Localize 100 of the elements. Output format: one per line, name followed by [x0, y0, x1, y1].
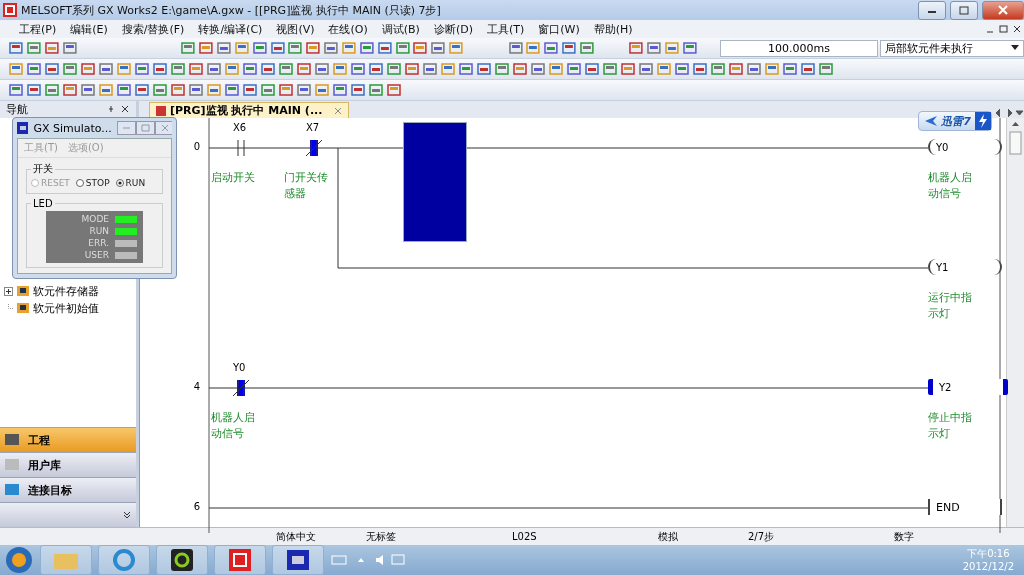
toolbar-icon[interactable]: [350, 82, 366, 98]
toolbar-icon[interactable]: [728, 61, 744, 77]
toolbar-icon[interactable]: [180, 40, 197, 56]
toolbar-icon[interactable]: [80, 82, 96, 98]
toolbar-icon[interactable]: [376, 40, 393, 56]
toolbar-icon[interactable]: [476, 61, 492, 77]
toolbar-icon[interactable]: [269, 40, 286, 56]
toolbar-icon[interactable]: [206, 82, 222, 98]
toolbar-icon[interactable]: [746, 61, 762, 77]
toolbar-icon[interactable]: [681, 40, 698, 56]
toolbar-icon[interactable]: [26, 82, 42, 98]
toolbar-icon[interactable]: [458, 61, 474, 77]
toolbar-icon[interactable]: [710, 61, 726, 77]
menu-item[interactable]: 编辑(E): [63, 21, 115, 37]
toolbar-icon[interactable]: [440, 61, 456, 77]
toolbar-icon[interactable]: [548, 61, 564, 77]
editor-tab[interactable]: [PRG]监视 执行中 MAIN (...: [149, 102, 350, 118]
toolbar-icon[interactable]: [296, 82, 312, 98]
tab-navigation-icon[interactable]: [994, 108, 1024, 118]
toolbar-icon[interactable]: [251, 40, 268, 56]
toolbar-icon[interactable]: [674, 61, 690, 77]
toolbar-icon[interactable]: [764, 61, 780, 77]
menu-item[interactable]: 窗口(W): [531, 21, 587, 37]
start-button-icon[interactable]: [4, 546, 34, 574]
toolbar-icon[interactable]: [287, 40, 304, 56]
toolbar-icon[interactable]: [341, 40, 357, 56]
toolbar-icon[interactable]: [782, 61, 798, 77]
tree-item[interactable]: 软元件初始值: [33, 300, 99, 316]
toolbar-icon[interactable]: [170, 61, 186, 77]
toolbar-icon[interactable]: [8, 82, 24, 98]
toolbar-icon[interactable]: [170, 82, 186, 98]
toolbar-icon[interactable]: [602, 61, 618, 77]
toolbar-icon[interactable]: [350, 61, 366, 77]
toolbar-icon[interactable]: [561, 40, 577, 56]
toolbar-icon[interactable]: [525, 40, 542, 56]
menu-item[interactable]: 调试(B): [374, 21, 427, 37]
toolbar-icon[interactable]: [43, 40, 60, 56]
toolbar-icon[interactable]: [206, 61, 222, 77]
toolbar-icon[interactable]: [628, 40, 645, 56]
toolbar-icon[interactable]: [818, 61, 834, 77]
toolbar-icon[interactable]: [242, 61, 258, 77]
toolbar-icon[interactable]: [44, 61, 60, 77]
navigation-section[interactable]: 用户库: [0, 452, 136, 477]
toolbar-icon[interactable]: [224, 82, 240, 98]
toolbar-icon[interactable]: [44, 82, 60, 98]
toolbar-icon[interactable]: [646, 40, 663, 56]
toolbar-icon[interactable]: [8, 61, 24, 77]
toolbar-icon[interactable]: [188, 61, 204, 77]
toolbar-icon[interactable]: [278, 61, 294, 77]
toolbar-icon[interactable]: [198, 40, 215, 56]
pin-close-icon[interactable]: [108, 104, 130, 115]
minimize-button[interactable]: [918, 0, 946, 20]
toolbar-icon[interactable]: [368, 61, 384, 77]
toolbar-icon[interactable]: [578, 40, 595, 56]
toolbar-icon[interactable]: [152, 82, 168, 98]
toolbar-icon[interactable]: [494, 61, 510, 77]
menu-item[interactable]: 帮助(H): [586, 21, 640, 37]
toolbar-icon[interactable]: [80, 61, 96, 77]
toolbar-icon[interactable]: [394, 40, 411, 56]
app-taskbar-button[interactable]: [156, 545, 208, 575]
toolbar-icon[interactable]: [134, 82, 150, 98]
toolbar-icon[interactable]: [116, 82, 132, 98]
toolbar-icon[interactable]: [62, 82, 78, 98]
toolbar-icon[interactable]: [664, 40, 680, 56]
toolbar-icon[interactable]: [512, 61, 528, 77]
toolbar-icon[interactable]: [242, 82, 258, 98]
menu-item[interactable]: 转换/编译(C): [191, 21, 270, 37]
toolbar-icon[interactable]: [116, 61, 132, 77]
toolbar-icon[interactable]: [566, 61, 582, 77]
toolbar-icon[interactable]: [224, 61, 240, 77]
toolbar-icon[interactable]: [216, 40, 232, 56]
toolbar-icon[interactable]: [584, 61, 600, 77]
toolbar-icon[interactable]: [98, 61, 114, 77]
toolbar-icon[interactable]: [314, 61, 330, 77]
toolbar-icon[interactable]: [656, 61, 672, 77]
expand-icon[interactable]: [4, 286, 13, 296]
toolbar-icon[interactable]: [62, 61, 78, 77]
toolbar-icon[interactable]: [152, 61, 168, 77]
toolbar-icon[interactable]: [422, 61, 438, 77]
toolbar-icon[interactable]: [332, 82, 348, 98]
download-badge[interactable]: 迅雷7: [918, 111, 992, 131]
toolbar-icon[interactable]: [25, 40, 42, 56]
toolbar-icon[interactable]: [530, 61, 546, 77]
chevron-icon[interactable]: [123, 511, 130, 519]
toolbar-icon[interactable]: [507, 40, 524, 56]
toolbar-icon[interactable]: [368, 82, 384, 98]
toolbar-icon[interactable]: [386, 82, 402, 98]
toolbar-icon[interactable]: [404, 61, 420, 77]
toolbar-icon[interactable]: [233, 40, 250, 56]
toolbar-icon[interactable]: [412, 40, 429, 56]
menu-item[interactable]: 视图(V): [269, 21, 322, 37]
menu-item[interactable]: 工具(T): [479, 21, 532, 37]
menu-item[interactable]: 搜索/替换(F): [114, 21, 192, 37]
toolbar-icon[interactable]: [800, 61, 816, 77]
close-button[interactable]: [982, 0, 1024, 20]
toolbar-icon[interactable]: [638, 61, 654, 77]
menu-item[interactable]: 诊断(D): [426, 21, 480, 37]
toolbar-icon[interactable]: [8, 40, 24, 56]
navigation-section[interactable]: 连接目标: [0, 477, 136, 502]
toolbar-icon[interactable]: [448, 40, 464, 56]
